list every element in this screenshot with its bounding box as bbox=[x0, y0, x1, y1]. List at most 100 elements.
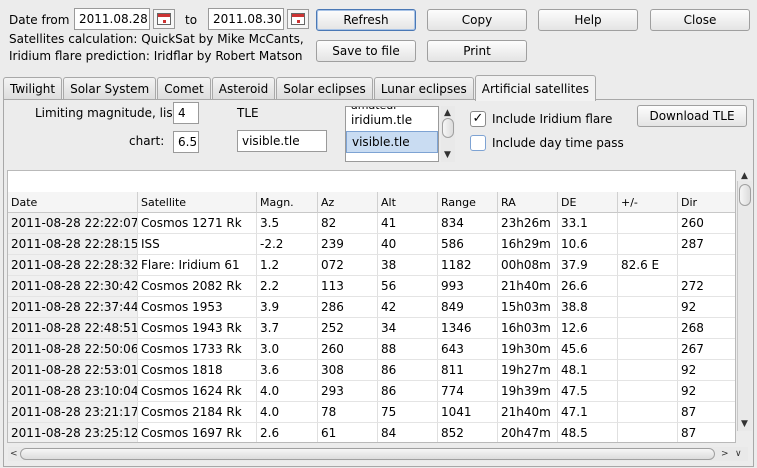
cell-azimuth: 293 bbox=[318, 381, 378, 402]
close-button[interactable]: Close bbox=[650, 9, 750, 31]
list-item[interactable]: iridium.tle bbox=[346, 109, 438, 131]
cell-altitude: 86 bbox=[378, 381, 438, 402]
cell-satellite: Cosmos 2082 Rk bbox=[138, 276, 257, 297]
tab-comet[interactable]: Comet bbox=[157, 77, 211, 100]
tab-solar-system[interactable]: Solar System bbox=[63, 77, 157, 100]
cell-magnitude: 2.2 bbox=[257, 276, 318, 297]
column-header-plus-minus[interactable]: +/- bbox=[618, 192, 678, 213]
cell-range: 1182 bbox=[438, 255, 498, 276]
scroll-up-icon[interactable]: ▲ bbox=[444, 108, 451, 118]
copy-button[interactable]: Copy bbox=[427, 9, 527, 31]
scroll-down-icon[interactable]: ∨ bbox=[735, 449, 742, 459]
include-day-time-label: Include day time pass bbox=[492, 136, 624, 150]
date-to-calendar-button[interactable] bbox=[287, 9, 309, 29]
tle-list-scrollbar[interactable]: ▲ ▼ bbox=[441, 106, 455, 162]
cell-plus-minus bbox=[618, 381, 678, 402]
cell-azimuth: 072 bbox=[318, 255, 378, 276]
date-to-label: to bbox=[185, 13, 198, 27]
cell-altitude: 84 bbox=[378, 423, 438, 442]
table-row[interactable]: 2011-08-28 22:48:51 Cosmos 1943 Rk 3.7 252 3… bbox=[8, 318, 735, 339]
table-row[interactable]: 2011-08-28 22:22:07 Cosmos 1271 Rk 3.5 82 41… bbox=[8, 213, 735, 234]
cell-satellite: Cosmos 2184 Rk bbox=[138, 402, 257, 423]
cell-altitude: 40 bbox=[378, 234, 438, 255]
scrollbar-thumb[interactable] bbox=[442, 118, 454, 138]
date-from-input[interactable]: 2011.08.28 bbox=[74, 8, 150, 30]
cell-de: 33.1 bbox=[558, 213, 618, 234]
limiting-magnitude-list-input[interactable]: 4 bbox=[173, 102, 199, 124]
table-row[interactable]: 2011-08-28 23:21:17 Cosmos 2184 Rk 4.0 78 75… bbox=[8, 402, 735, 423]
cell-date: 2011-08-28 23:25:12 bbox=[8, 423, 138, 442]
column-header-satellite[interactable]: Satellite bbox=[138, 192, 257, 213]
include-iridium-checkbox[interactable]: ✓ bbox=[470, 111, 486, 127]
scrollbar-thumb[interactable] bbox=[20, 448, 715, 460]
tab-solar-eclipses[interactable]: Solar eclipses bbox=[276, 77, 373, 100]
table-horizontal-scrollbar[interactable]: < > ∨ bbox=[8, 447, 748, 461]
cell-plus-minus bbox=[618, 318, 678, 339]
column-header-azimuth[interactable]: Az bbox=[318, 192, 378, 213]
scroll-up-icon[interactable]: ▲ bbox=[741, 171, 748, 181]
table-row[interactable]: 2011-08-28 22:53:01 Cosmos 1818 3.6 308 86 81… bbox=[8, 360, 735, 381]
table-row[interactable]: 2011-08-28 22:37:44 Cosmos 1953 3.9 286 42 84… bbox=[8, 297, 735, 318]
tab-artificial-satellites[interactable]: Artificial satellites bbox=[474, 75, 596, 101]
tab-bar: Twilight Solar System Comet Asteroid Sol… bbox=[3, 75, 597, 101]
cell-dir: 92 bbox=[678, 360, 735, 381]
table-vertical-scrollbar[interactable]: ▲ ▼ bbox=[737, 171, 752, 431]
table-row[interactable]: 2011-08-28 22:30:42 Cosmos 2082 Rk 2.2 113 5… bbox=[8, 276, 735, 297]
table-row[interactable]: 2011-08-28 22:50:06 Cosmos 1733 Rk 3.0 260 8… bbox=[8, 339, 735, 360]
cell-magnitude: 1.2 bbox=[257, 255, 318, 276]
column-header-dir[interactable]: Dir bbox=[678, 192, 735, 213]
cell-altitude: 88 bbox=[378, 339, 438, 360]
cell-range: 834 bbox=[438, 213, 498, 234]
include-day-time-checkbox[interactable] bbox=[470, 135, 486, 151]
cell-range: 849 bbox=[438, 297, 498, 318]
scroll-down-icon[interactable]: ▼ bbox=[741, 419, 748, 429]
date-to-input[interactable]: 2011.08.30 bbox=[208, 8, 284, 30]
table-row[interactable]: 2011-08-28 22:28:15 ISS -2.2 239 40 586 16h29m… bbox=[8, 234, 735, 255]
cell-magnitude: -2.2 bbox=[257, 234, 318, 255]
cell-dir: 87 bbox=[678, 402, 735, 423]
save-to-file-button[interactable]: Save to file bbox=[316, 40, 416, 62]
cell-de: 37.9 bbox=[558, 255, 618, 276]
column-header-magnitude[interactable]: Magn. bbox=[257, 192, 318, 213]
scroll-right-icon[interactable]: > bbox=[721, 449, 729, 459]
cell-ra: 19h39m bbox=[498, 381, 558, 402]
cell-ra: 20h47m bbox=[498, 423, 558, 442]
column-header-altitude[interactable]: Alt bbox=[378, 192, 438, 213]
column-header-date[interactable]: Date bbox=[8, 192, 138, 213]
column-header-range[interactable]: Range bbox=[438, 192, 498, 213]
cell-de: 48.5 bbox=[558, 423, 618, 442]
list-item[interactable]: visible.tle bbox=[346, 131, 438, 153]
tab-lunar-eclipses[interactable]: Lunar eclipses bbox=[373, 77, 474, 100]
table-row[interactable]: 2011-08-28 23:25:12 Cosmos 1697 Rk 2.6 61 84… bbox=[8, 423, 735, 442]
refresh-button[interactable]: Refresh bbox=[316, 9, 416, 31]
tab-twilight[interactable]: Twilight bbox=[3, 77, 63, 100]
satellite-table[interactable]: Date Satellite Magn. Az Alt Range RA DE +/- Dir 2… bbox=[7, 170, 736, 443]
cell-de: 47.1 bbox=[558, 402, 618, 423]
table-row[interactable]: 2011-08-28 22:28:32 Flare: Iridium 61 1.2 0… bbox=[8, 255, 735, 276]
table-row[interactable]: 2011-08-28 23:10:04 Cosmos 1624 Rk 4.0 293 8… bbox=[8, 381, 735, 402]
cell-de: 38.8 bbox=[558, 297, 618, 318]
cell-azimuth: 78 bbox=[318, 402, 378, 423]
tle-file-list[interactable]: amateur iridium.tle visible.tle bbox=[345, 106, 439, 162]
tle-input[interactable]: visible.tle bbox=[237, 130, 327, 152]
chart-magnitude-label: chart: bbox=[129, 134, 165, 148]
tab-asteroid[interactable]: Asteroid bbox=[211, 77, 276, 100]
column-header-de[interactable]: DE bbox=[558, 192, 618, 213]
scroll-down-icon[interactable]: ▼ bbox=[444, 150, 451, 160]
cell-magnitude: 2.6 bbox=[257, 423, 318, 442]
help-button[interactable]: Help bbox=[538, 9, 638, 31]
scroll-left-icon[interactable]: < bbox=[10, 449, 18, 459]
cell-range: 586 bbox=[438, 234, 498, 255]
print-button[interactable]: Print bbox=[427, 40, 527, 62]
download-tle-button[interactable]: Download TLE bbox=[637, 105, 747, 127]
cell-satellite: Cosmos 1733 Rk bbox=[138, 339, 257, 360]
cell-date: 2011-08-28 23:21:17 bbox=[8, 402, 138, 423]
date-from-calendar-button[interactable] bbox=[153, 9, 175, 29]
scrollbar-thumb[interactable] bbox=[739, 184, 751, 206]
cell-date: 2011-08-28 22:50:06 bbox=[8, 339, 138, 360]
cell-date: 2011-08-28 22:22:07 bbox=[8, 213, 138, 234]
chart-magnitude-input[interactable]: 6.5 bbox=[173, 131, 199, 153]
cell-ra: 21h40m bbox=[498, 402, 558, 423]
cell-azimuth: 252 bbox=[318, 318, 378, 339]
column-header-ra[interactable]: RA bbox=[498, 192, 558, 213]
